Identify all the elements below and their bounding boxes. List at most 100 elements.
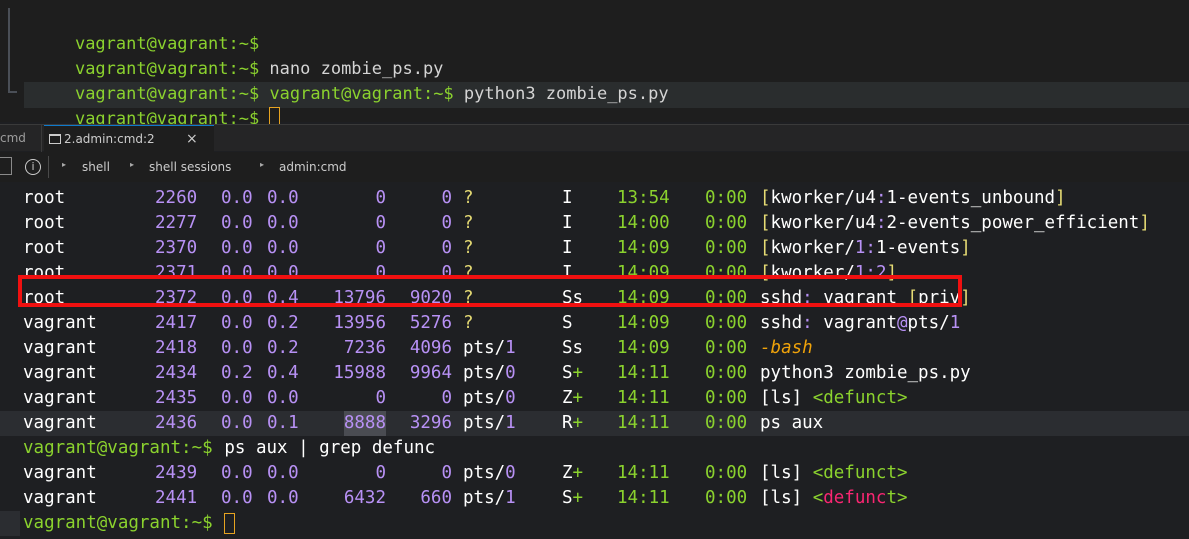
cell-vsz: 15988: [333, 363, 386, 383]
cell-start: 14:09: [617, 338, 670, 358]
cell-user: vagrant: [23, 488, 97, 508]
breadcrumb-item[interactable]: admin:cmd: [279, 160, 347, 174]
process-row: root 2277 0.0 0.0 0 0? I 14:00 0:00 [kworker/u4:2…: [0, 211, 1189, 236]
cell-tty: pts/1: [463, 413, 516, 433]
terminal-line: vagrant@vagrant:~$ vagrant@vagrant:~$ py…: [34, 57, 669, 104]
breadcrumb: i ▸ shell ▸ shell sessions ▸ admin:cmd: [0, 152, 1189, 182]
cell-vsz: 13956: [333, 313, 386, 333]
terminal-line[interactable]: vagrant@vagrant:~$: [0, 511, 1189, 536]
cell-mem: 0.0: [267, 238, 299, 258]
cell-vsz: 8888: [343, 411, 386, 436]
cell-cpu: 0.0: [221, 338, 253, 358]
breadcrumb-item[interactable]: shell sessions: [149, 160, 231, 174]
cell-pid: 2417: [155, 313, 198, 333]
cell-pid: 2418: [155, 338, 198, 358]
cell-vsz: 6432: [343, 488, 386, 508]
cell-mem: 0.0: [267, 388, 299, 408]
cell-pid: 2434: [155, 363, 198, 383]
cell-rss: 0: [441, 188, 452, 208]
process-row: vagrant 2439 0.0 0.0 0 0 pts/0 Z+ 14:11 0:00 [ls] …: [0, 461, 1189, 486]
cell-rss: 9964: [409, 363, 452, 383]
cell-cpu: 0.0: [221, 388, 253, 408]
close-icon[interactable]: ×: [186, 126, 198, 153]
cell-vsz: 7236: [343, 338, 386, 358]
cell-vsz: 0: [375, 388, 386, 408]
cell-mem: 0.4: [267, 363, 299, 383]
tab-admin-cmd-2[interactable]: 2.admin:cmd:2 ×: [44, 125, 214, 152]
cell-cpu: 0.0: [221, 188, 253, 208]
cell-rss: 660: [420, 488, 452, 508]
command-text: ps aux | grep defunc: [213, 438, 436, 458]
highlight-annotation-box: [18, 275, 962, 307]
cell-pid: 2260: [155, 188, 198, 208]
cell-stat: Ss: [562, 338, 584, 358]
cell-tty: pts/1: [463, 488, 516, 508]
terminal-line[interactable]: vagrant@vagrant:~$: [34, 82, 281, 129]
process-row: root 2260 0.0 0.0 0 0? I 13:54 0:00 [kworker/u4:1…: [0, 186, 1189, 211]
process-row: vagrant 2441 0.0 0.0 6432 660 pts/1 S+ 14:11 0:00…: [0, 486, 1189, 511]
cell-pid: 2435: [155, 388, 198, 408]
info-icon[interactable]: i: [25, 159, 41, 175]
process-row: vagrant 2434 0.2 0.4 15988 9964 pts/0 S+ 14:11 0:…: [0, 361, 1189, 386]
cell-cpu: 0.0: [221, 313, 253, 333]
chevron-right-icon: ▸: [260, 160, 265, 169]
cell-user: root: [23, 188, 66, 208]
cell-start: 14:11: [617, 388, 670, 408]
terminal-line: vagrant@vagrant:~$ ps aux | grep defunc: [0, 436, 1189, 461]
cell-pid: 2370: [155, 238, 198, 258]
cell-cmd: ps aux: [760, 413, 824, 433]
cell-tty: ?: [463, 188, 474, 208]
cell-stat: S: [562, 313, 573, 333]
cell-user: vagrant: [23, 463, 97, 483]
tab-cmd[interactable]: cmd: [0, 125, 42, 152]
cell-cmd: [ls] <defunct>: [760, 388, 908, 408]
cell-cpu: 0.0: [221, 213, 253, 233]
cell-tty: pts/0: [463, 463, 516, 483]
cell-rss: 0: [441, 463, 452, 483]
cell-vsz: 0: [375, 238, 386, 258]
cell-pid: 2436: [155, 413, 198, 433]
cell-mem: 0.0: [267, 188, 299, 208]
process-row: root 2370 0.0 0.0 0 0? I 14:09 0:00 [kworker/1:1-…: [0, 236, 1189, 261]
cell-mem: 0.0: [267, 488, 299, 508]
process-row: vagrant 2435 0.0 0.0 0 0 pts/0 Z+ 14:11 0:00 [ls] …: [0, 386, 1189, 411]
cell-cmd: [kworker/1:1-events]: [760, 238, 971, 258]
cell-vsz: 0: [375, 463, 386, 483]
terminal-line: vagrant@vagrant:~$: [34, 7, 259, 54]
cell-tty: pts/1: [463, 338, 516, 358]
process-row: vagrant 2418 0.0 0.2 7236 4096 pts/1 Ss 14:09 0:0…: [0, 336, 1189, 361]
cell-time: 0:00: [705, 338, 748, 358]
cell-start: 14:11: [617, 363, 670, 383]
breadcrumb-item[interactable]: shell: [82, 160, 110, 174]
cell-mem: 0.2: [267, 313, 299, 333]
cell-vsz: 0: [375, 188, 386, 208]
upper-terminal-pane[interactable]: vagrant@vagrant:~$ vagrant@vagrant:~$ na…: [0, 0, 1189, 129]
prompt: vagrant@vagrant:~$: [269, 84, 454, 104]
process-row: vagrant 2436 0.0 0.1 8888 3296 pts/1 R+ 14:11 0:0…: [0, 411, 1189, 436]
cell-stat: I: [562, 188, 573, 208]
cell-start: 14:09: [617, 238, 670, 258]
cell-time: 0:00: [705, 238, 748, 258]
cell-time: 0:00: [705, 413, 748, 433]
cell-rss: 5276: [409, 313, 452, 333]
text-cursor: [223, 513, 235, 534]
lower-terminal-pane[interactable]: root 2260 0.0 0.0 0 0? I 13:54 0:00 [kworker/u4:1…: [0, 183, 1189, 539]
cell-cmd: sshd: vagrant@pts/1: [760, 313, 961, 333]
cell-tty: pts/0: [463, 388, 516, 408]
cell-tty: pts/0: [463, 363, 516, 383]
terminal-line: vagrant@vagrant:~$ nano zombie_ps.py: [34, 32, 443, 79]
cell-user: vagrant: [23, 363, 97, 383]
prompt: vagrant@vagrant:~$: [23, 438, 213, 458]
cell-cpu: 0.2: [221, 363, 253, 383]
cell-start: 14:11: [617, 463, 670, 483]
cell-rss: 0: [441, 213, 452, 233]
cell-user: root: [23, 238, 66, 258]
cell-user: vagrant: [23, 388, 97, 408]
chevron-right-icon: ▸: [62, 160, 67, 169]
cell-pid: 2441: [155, 488, 198, 508]
cell-start: 14:11: [617, 488, 670, 508]
cell-cpu: 0.0: [221, 238, 253, 258]
cell-tty: ?: [463, 238, 474, 258]
cell-stat: R+: [562, 413, 584, 433]
cell-start: 14:11: [617, 413, 670, 433]
